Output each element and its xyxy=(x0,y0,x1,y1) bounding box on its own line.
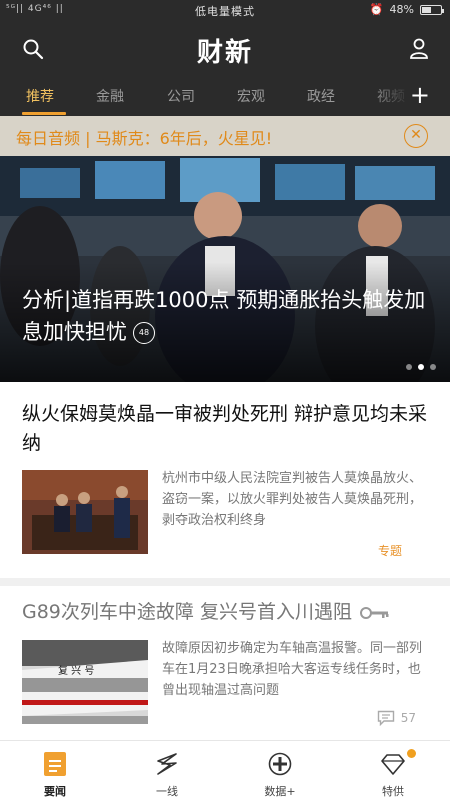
key-icon xyxy=(359,606,389,619)
hero-title[interactable]: 分析|道指再跌1000点 预期通胀抬头触发加息加快担忧 48 xyxy=(22,284,432,348)
app-logo: 财新 xyxy=(196,38,253,68)
article-summary: 杭州市中级人民法院宣判被告人莫焕晶放火、盗窃一案，以放火罪判处被告人莫焕晶死刑，… xyxy=(162,471,423,528)
svg-text:复 兴 号: 复 兴 号 xyxy=(58,664,94,677)
nav-item-news[interactable]: 要闻 xyxy=(10,741,100,800)
add-channel-icon[interactable]: + xyxy=(410,82,430,108)
notification-dot xyxy=(407,749,416,758)
nav-label: 要闻 xyxy=(44,785,66,798)
user-profile-icon[interactable] xyxy=(408,37,430,59)
app-header: 财新 xyxy=(0,22,450,76)
news-icon xyxy=(44,752,66,776)
nav-label: 特供 xyxy=(382,785,404,798)
channel-tabs: 推荐 金融 公司 宏观 政经 视频 + xyxy=(0,76,450,116)
carousel-dot xyxy=(430,364,436,370)
tab-politics-economy[interactable]: 政经 xyxy=(307,86,335,106)
status-bar: ⁵ᴳ|| 4G⁴⁶ || 低电量模式 ⏰ 48% xyxy=(0,0,450,22)
carousel-dot-active xyxy=(418,364,424,370)
nav-item-frontline[interactable]: 一线 xyxy=(122,741,212,800)
article-summary: 故障原因初步确定为车轴高温报警。同一部列车在1月23日晚承担哈大客运专线任务时，… xyxy=(162,641,423,698)
article-thumbnail[interactable]: 复 兴 号 xyxy=(22,640,148,724)
nav-label: 数据+ xyxy=(264,785,296,798)
hero-title-text[interactable]: 分析|道指再跌1000点 预期通胀抬头触发加息加快担忧 xyxy=(22,288,425,344)
close-icon[interactable]: ✕ xyxy=(404,124,428,148)
lightning-icon xyxy=(157,753,177,775)
tab-recommend[interactable]: 推荐 xyxy=(26,86,54,106)
battery-icon xyxy=(420,4,444,15)
article-card[interactable]: G89次列车中途故障 复兴号首入川遇阻 复 兴 号 故障原因初步确定为车轴高温报… xyxy=(0,586,450,740)
article-title-text[interactable]: G89次列车中途故障 复兴号首入川遇阻 xyxy=(22,601,352,623)
app-screen: ⁵ᴳ|| 4G⁴⁶ || 低电量模式 ⏰ 48% 财新 推荐 金融 公司 宏观 … xyxy=(0,0,450,800)
daily-audio-text[interactable]: 每日音频 | 马斯克：6年后，火星见! xyxy=(16,125,272,149)
topic-tag[interactable]: 专题 xyxy=(378,542,402,559)
article-title[interactable]: 纵火保姆莫焕晶一审被判处死刑 辩护意见均未采纳 xyxy=(22,400,432,458)
nav-item-exclusive[interactable]: 特供 xyxy=(348,741,438,800)
hero-comment-count: 48 xyxy=(133,322,155,344)
battery-percent: 48% xyxy=(389,3,414,16)
bottom-navigation: 要闻 一线 数据+ 特供 xyxy=(0,740,450,800)
active-tab-indicator xyxy=(22,112,66,115)
carousel-dots xyxy=(406,364,436,370)
carousel-dot xyxy=(406,364,412,370)
comment-count[interactable]: 57 xyxy=(377,710,416,726)
tab-company[interactable]: 公司 xyxy=(167,86,195,106)
tabs-fade xyxy=(370,76,410,116)
article-thumbnail[interactable] xyxy=(22,470,148,554)
article-title[interactable]: G89次列车中途故障 复兴号首入川遇阻 xyxy=(22,598,432,627)
section-divider xyxy=(0,578,450,586)
status-right: ⏰ 48% xyxy=(369,3,444,16)
comment-count-value: 57 xyxy=(400,711,416,725)
article-card[interactable]: 纵火保姆莫焕晶一审被判处死刑 辩护意见均未采纳 杭州市中级人民法院宣判被告人莫焕… xyxy=(0,382,450,578)
tab-finance[interactable]: 金融 xyxy=(96,86,124,106)
data-icon xyxy=(268,752,292,776)
diamond-icon xyxy=(381,754,405,775)
hero-story[interactable]: 分析|道指再跌1000点 预期通胀抬头触发加息加快担忧 48 xyxy=(0,156,450,382)
tab-macro[interactable]: 宏观 xyxy=(237,86,265,106)
alarm-icon: ⏰ xyxy=(369,3,384,16)
nav-label: 一线 xyxy=(156,785,178,798)
daily-audio-banner[interactable]: 每日音频 | 马斯克：6年后，火星见! ✕ xyxy=(0,116,450,156)
comment-icon xyxy=(377,710,394,726)
nav-item-data[interactable]: 数据+ xyxy=(235,741,325,800)
